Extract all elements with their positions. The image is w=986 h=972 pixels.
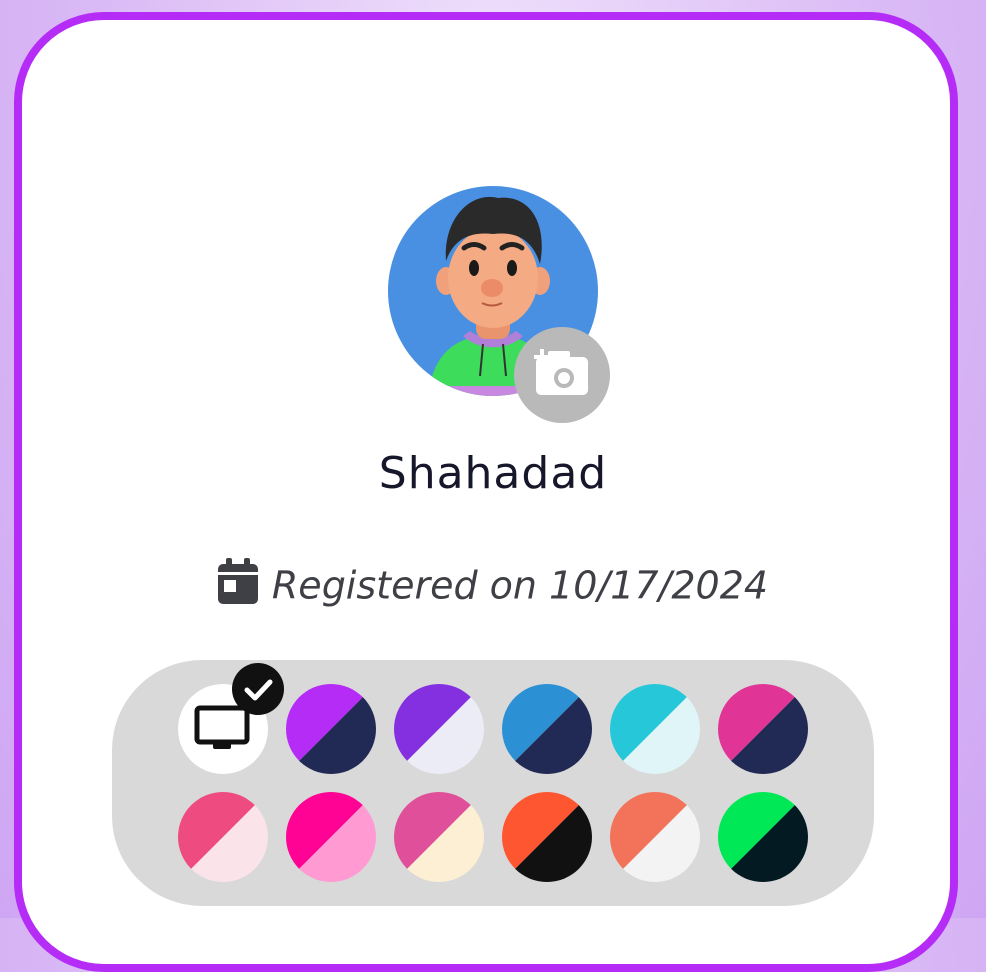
theme-swatch-blue-dark[interactable] bbox=[502, 684, 592, 774]
theme-swatch-hotpink-pink[interactable] bbox=[286, 792, 376, 882]
theme-swatch-cyan-light[interactable] bbox=[610, 684, 700, 774]
theme-swatch-green-navy[interactable] bbox=[718, 792, 808, 882]
theme-swatch-orange-black[interactable] bbox=[502, 792, 592, 882]
registration-date: Registered on 10/17/2024 bbox=[0, 558, 986, 613]
registration-text: Registered on 10/17/2024 bbox=[271, 563, 769, 608]
selected-check-icon bbox=[232, 663, 284, 715]
change-photo-button[interactable] bbox=[514, 327, 610, 423]
theme-swatch-violet-light[interactable] bbox=[394, 684, 484, 774]
calendar-icon bbox=[217, 558, 258, 613]
username: Shahadad bbox=[378, 448, 608, 499]
theme-swatch-rose-cream[interactable] bbox=[394, 792, 484, 882]
theme-swatch-pink-light[interactable] bbox=[178, 792, 268, 882]
theme-swatch-coral-light[interactable] bbox=[610, 792, 700, 882]
theme-swatch-magenta-dark[interactable] bbox=[718, 684, 808, 774]
add-photo-icon bbox=[534, 349, 588, 395]
theme-swatch-purple-dark[interactable] bbox=[286, 684, 376, 774]
